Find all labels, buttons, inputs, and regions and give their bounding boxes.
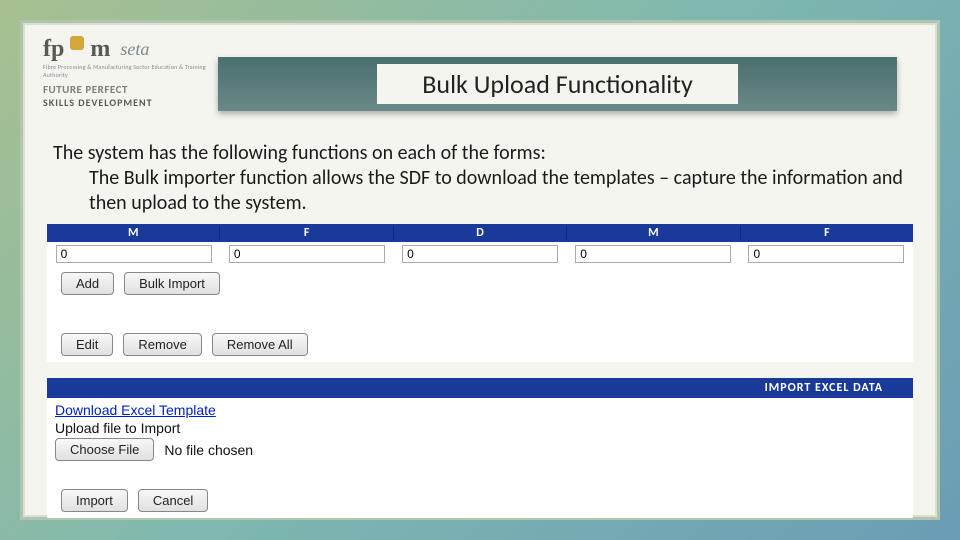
download-template-link[interactable]: Download Excel Template xyxy=(47,398,216,418)
skills-dev-text: SKILLS DEVELOPMENT xyxy=(43,96,213,109)
edit-button[interactable]: Edit xyxy=(61,333,113,356)
import-panel: IMPORT EXCEL DATA Download Excel Templat… xyxy=(47,378,913,518)
grid-header-cell: M xyxy=(567,226,740,240)
logo-block: fp m seta Fibre Processing & Manufacturi… xyxy=(23,28,213,109)
grid-header-cell: F xyxy=(220,226,393,240)
add-button[interactable]: Add xyxy=(61,272,114,295)
slide-frame: fp m seta Fibre Processing & Manufacturi… xyxy=(20,20,940,520)
grid-header-cell: D xyxy=(394,226,567,240)
import-button-row: Import Cancel xyxy=(47,483,913,518)
button-row-top: Add Bulk Import xyxy=(47,266,913,301)
no-file-chosen-text: No file chosen xyxy=(164,442,253,458)
import-panel-header: IMPORT EXCEL DATA xyxy=(47,378,913,398)
future-perfect-text: FUTURE PERFECT xyxy=(43,83,213,96)
grid-cell-input[interactable] xyxy=(575,245,731,263)
body-line2: The Bulk importer function allows the SD… xyxy=(53,166,907,216)
file-chooser-row: Choose File No file chosen xyxy=(47,438,913,465)
logo-fpsm: fp m seta xyxy=(43,36,213,63)
body-line1: The system has the following functions o… xyxy=(53,141,907,166)
remove-all-button[interactable]: Remove All xyxy=(212,333,308,356)
logo-badge-icon xyxy=(70,36,84,50)
bulk-import-button[interactable]: Bulk Import xyxy=(124,272,220,295)
grid-header-cell: M xyxy=(47,226,220,240)
cancel-button[interactable]: Cancel xyxy=(138,489,208,512)
grid-panel: M F D M F Add Bulk Import Edit Remove Re… xyxy=(47,224,913,362)
grid-cell-input[interactable] xyxy=(748,245,904,263)
button-row-bottom: Edit Remove Remove All xyxy=(47,327,913,362)
body-text: The system has the following functions o… xyxy=(23,113,937,224)
grid-cell-input[interactable] xyxy=(229,245,385,263)
logo-fp-text: fp xyxy=(43,36,64,63)
remove-button[interactable]: Remove xyxy=(123,333,201,356)
grid-header-cell: F xyxy=(741,226,913,240)
header-row: fp m seta Fibre Processing & Manufacturi… xyxy=(23,23,937,113)
grid-cell-input[interactable] xyxy=(402,245,558,263)
logo-tagline: Fibre Processing & Manufacturing Sector … xyxy=(43,63,213,79)
logo-m-text: m xyxy=(90,36,110,63)
upload-label: Upload file to Import xyxy=(47,420,913,438)
grid-cell-input[interactable] xyxy=(56,245,212,263)
title-bar: Bulk Upload Functionality xyxy=(218,57,897,111)
page-title: Bulk Upload Functionality xyxy=(377,64,737,104)
grid-header-row: M F D M F xyxy=(47,224,913,242)
choose-file-button[interactable]: Choose File xyxy=(55,438,154,461)
logo-seta-text: seta xyxy=(120,39,149,60)
import-button[interactable]: Import xyxy=(61,489,128,512)
grid-data-row xyxy=(47,242,913,266)
